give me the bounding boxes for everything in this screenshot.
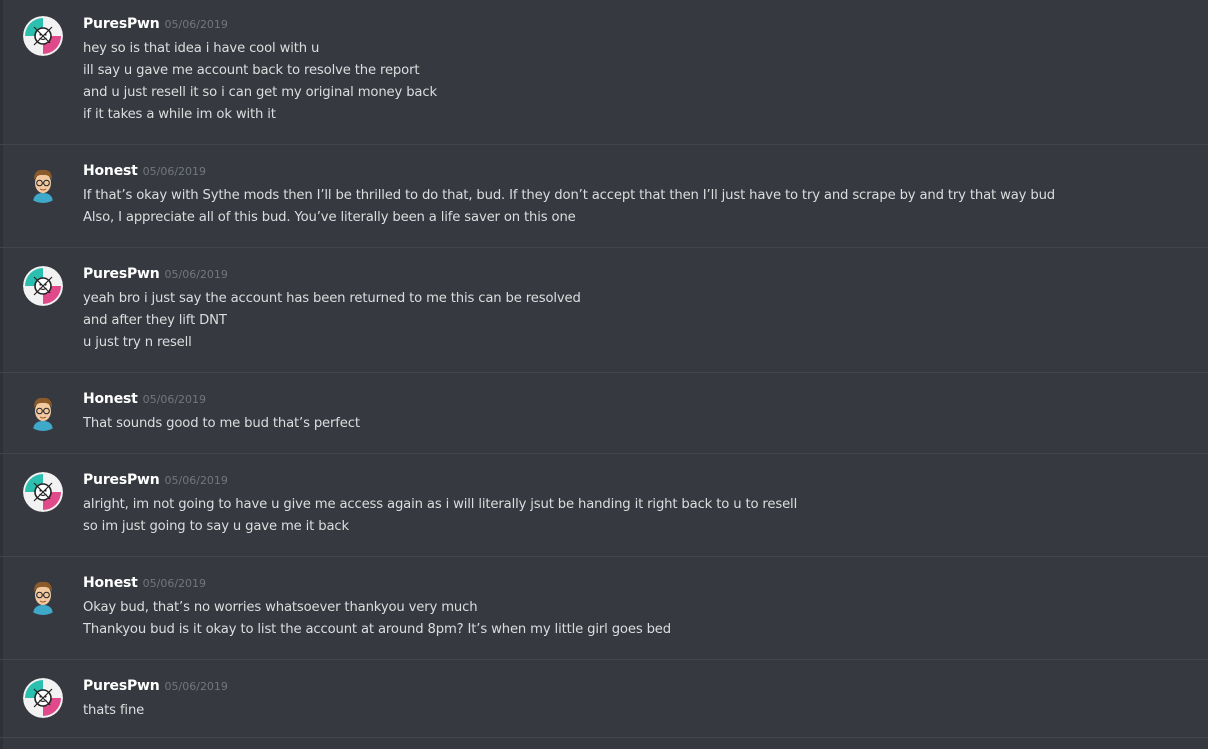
message: PuresPwn 05/06/2019 alright, im not goin…: [0, 454, 1208, 557]
message-line: If that’s okay with Sythe mods then I’ll…: [83, 188, 1056, 203]
message-author[interactable]: Honest: [83, 575, 138, 591]
message: Honest 05/06/2019 If that’s okay with Sy…: [0, 145, 1208, 248]
blink-182-smiley-avatar-icon[interactable]: [23, 16, 63, 56]
message-line: ill say u gave me account back to resolv…: [83, 63, 420, 78]
blink-182-smiley-avatar-icon[interactable]: [23, 472, 63, 512]
message: PuresPwn 05/06/2019 hey so is that idea …: [0, 0, 1208, 145]
message-author[interactable]: Honest: [83, 163, 138, 179]
message-author[interactable]: PuresPwn: [83, 678, 160, 694]
message-line: That sounds good to me bud that’s perfec…: [83, 416, 360, 431]
blink-182-smiley-avatar-icon[interactable]: [23, 678, 63, 718]
message: Honest 05/06/2019 Okay bud, that’s no wo…: [0, 557, 1208, 660]
message-line: yeah bro i just say the account has been…: [83, 291, 581, 306]
message-author[interactable]: PuresPwn: [83, 472, 160, 488]
message-line: u just try n resell: [83, 335, 192, 350]
message-line: if it takes a while im ok with it: [83, 107, 276, 122]
message-line: hey so is that idea i have cool with u: [83, 41, 320, 56]
cartoon-boy-glasses-avatar-icon[interactable]: [23, 575, 63, 615]
message-author[interactable]: PuresPwn: [83, 266, 160, 282]
message-timestamp: 05/06/2019: [164, 268, 228, 281]
message-timestamp: 05/06/2019: [164, 680, 228, 693]
message: PuresPwn 05/06/2019 yeah bro i just say …: [0, 248, 1208, 373]
cartoon-boy-glasses-avatar-icon[interactable]: [23, 163, 63, 203]
message: PuresPwn 05/06/2019 thats fine: [0, 660, 1208, 738]
message-line: Also, I appreciate all of this bud. You’…: [83, 210, 576, 225]
cartoon-boy-glasses-avatar-icon[interactable]: [23, 391, 63, 431]
message-line: Okay bud, that’s no worries whatsoever t…: [83, 600, 478, 615]
message-timestamp: 05/06/2019: [142, 393, 207, 406]
message-line: so im just going to say u gave me it bac…: [83, 519, 349, 534]
message-line: Thankyou bud is it okay to list the acco…: [83, 622, 671, 637]
message: Honest 05/06/2019 That sounds good to me…: [0, 373, 1208, 454]
message-line: thats fine: [83, 703, 145, 718]
message-line: and after they lift DNT: [83, 313, 227, 328]
message-line: and u just resell it so i can get my ori…: [83, 85, 437, 100]
message-timestamp: 05/06/2019: [164, 474, 228, 487]
message-timestamp: 05/06/2019: [142, 577, 207, 590]
message-line: alright, im not going to have u give me …: [83, 497, 798, 512]
message-author[interactable]: PuresPwn: [83, 16, 160, 32]
blink-182-smiley-avatar-icon[interactable]: [23, 266, 63, 306]
message-timestamp: 05/06/2019: [142, 165, 207, 178]
message-timestamp: 05/06/2019: [164, 18, 228, 31]
message-author[interactable]: Honest: [83, 391, 138, 407]
